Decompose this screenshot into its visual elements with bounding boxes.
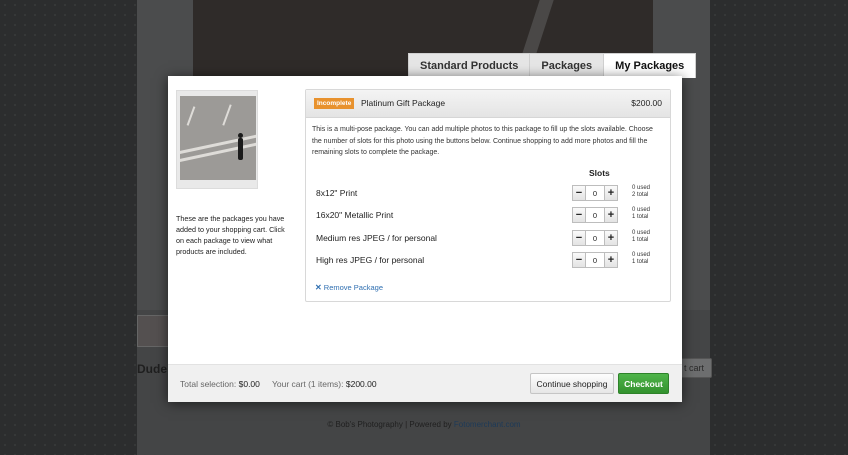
- remove-package-label: Remove Package: [323, 283, 383, 292]
- slot-stepper: − 0 +: [572, 230, 618, 246]
- slot-label: 16x20" Metallic Print: [316, 210, 394, 220]
- slot-label: High res JPEG / for personal: [316, 255, 425, 265]
- remove-package-link[interactable]: ✕ Remove Package: [315, 283, 383, 292]
- decrement-button[interactable]: −: [572, 252, 586, 268]
- slot-used: 0 used: [632, 252, 651, 258]
- package-header[interactable]: Incomplete Platinum Gift Package $200.00: [306, 90, 670, 118]
- slot-label: Medium res JPEG / for personal: [316, 233, 437, 243]
- status-badge: Incomplete: [314, 98, 355, 109]
- slot-used: 0 used: [632, 207, 651, 213]
- package-price: $200.00: [631, 98, 662, 108]
- package-thumbnail[interactable]: [176, 90, 258, 189]
- powered-by-link[interactable]: Fotomerchant.com: [454, 420, 521, 429]
- slot-row: High res JPEG / for personal − 0 + 0 use…: [316, 250, 666, 270]
- tab-packages[interactable]: Packages: [530, 54, 605, 78]
- decrement-button[interactable]: −: [572, 230, 586, 246]
- slot-used: 0 used: [632, 185, 651, 191]
- cart-total-value: $200.00: [345, 379, 377, 389]
- slot-value[interactable]: 0: [586, 185, 604, 201]
- slot-row: 16x20" Metallic Print − 0 + 0 used 1 tot…: [316, 205, 666, 225]
- background-photo-title: Dude: [137, 362, 167, 376]
- modal-tabs: Standard Products Packages My Packages: [408, 53, 697, 78]
- decrement-button[interactable]: −: [572, 207, 586, 223]
- package-sidebar: These are the packages you have added to…: [176, 90, 285, 257]
- increment-button[interactable]: +: [604, 252, 618, 268]
- slot-value[interactable]: 0: [586, 207, 604, 223]
- slot-label: 8x12" Print: [316, 188, 358, 198]
- sidebar-help-text: These are the packages you have added to…: [176, 214, 285, 256]
- increment-button[interactable]: +: [604, 185, 618, 201]
- slot-total: 1 total: [632, 237, 649, 243]
- slot-count: 0 used 1 total: [632, 230, 650, 244]
- slot-row: 8x12" Print − 0 + 0 used 2 total: [316, 183, 666, 203]
- slot-count: 0 used 1 total: [632, 252, 650, 266]
- increment-button[interactable]: +: [604, 207, 618, 223]
- total-selection: Total selection: $0.00: [180, 379, 260, 389]
- tab-standard-products[interactable]: Standard Products: [409, 54, 531, 78]
- increment-button[interactable]: +: [604, 230, 618, 246]
- continue-shopping-button[interactable]: Continue shopping: [530, 373, 614, 394]
- package-name: Platinum Gift Package: [361, 98, 446, 108]
- slot-count: 0 used 1 total: [632, 207, 650, 221]
- tab-my-packages[interactable]: My Packages: [604, 54, 696, 78]
- package-panel: Incomplete Platinum Gift Package $200.00…: [305, 89, 671, 302]
- copyright: © Bob's Photography | Powered by Fotomer…: [0, 420, 848, 429]
- copyright-text: © Bob's Photography | Powered by: [327, 420, 452, 429]
- modal-footer: Total selection: $0.00 Your cart (1 item…: [168, 364, 682, 402]
- cart-total-label: Your cart (1 items):: [272, 379, 344, 389]
- slot-stepper: − 0 +: [572, 207, 618, 223]
- slot-count: 0 used 2 total: [632, 185, 650, 199]
- package-photo: [180, 96, 256, 180]
- slot-stepper: − 0 +: [572, 185, 618, 201]
- slot-stepper: − 0 +: [572, 252, 618, 268]
- checkout-button[interactable]: Checkout: [618, 373, 669, 394]
- slot-total: 2 total: [632, 192, 649, 198]
- total-selection-label: Total selection:: [180, 379, 237, 389]
- slot-total: 1 total: [632, 259, 649, 265]
- decrement-button[interactable]: −: [572, 185, 586, 201]
- my-packages-modal: These are the packages you have added to…: [168, 76, 682, 402]
- slot-value[interactable]: 0: [586, 230, 604, 246]
- background-thumbnail[interactable]: [137, 315, 169, 347]
- background-pattern-right: [710, 0, 848, 455]
- package-description: This is a multi-pose package. You can ad…: [312, 126, 653, 156]
- slot-value[interactable]: 0: [586, 252, 604, 268]
- slot-row: Medium res JPEG / for personal − 0 + 0 u…: [316, 228, 666, 248]
- slot-used: 0 used: [632, 230, 651, 236]
- slots-heading: Slots: [589, 168, 610, 178]
- close-icon: ✕: [315, 283, 322, 292]
- cart-total: Your cart (1 items): $200.00: [272, 379, 377, 389]
- slot-total: 1 total: [632, 214, 649, 220]
- background-pattern-left: [0, 0, 137, 455]
- total-selection-value: $0.00: [238, 379, 260, 389]
